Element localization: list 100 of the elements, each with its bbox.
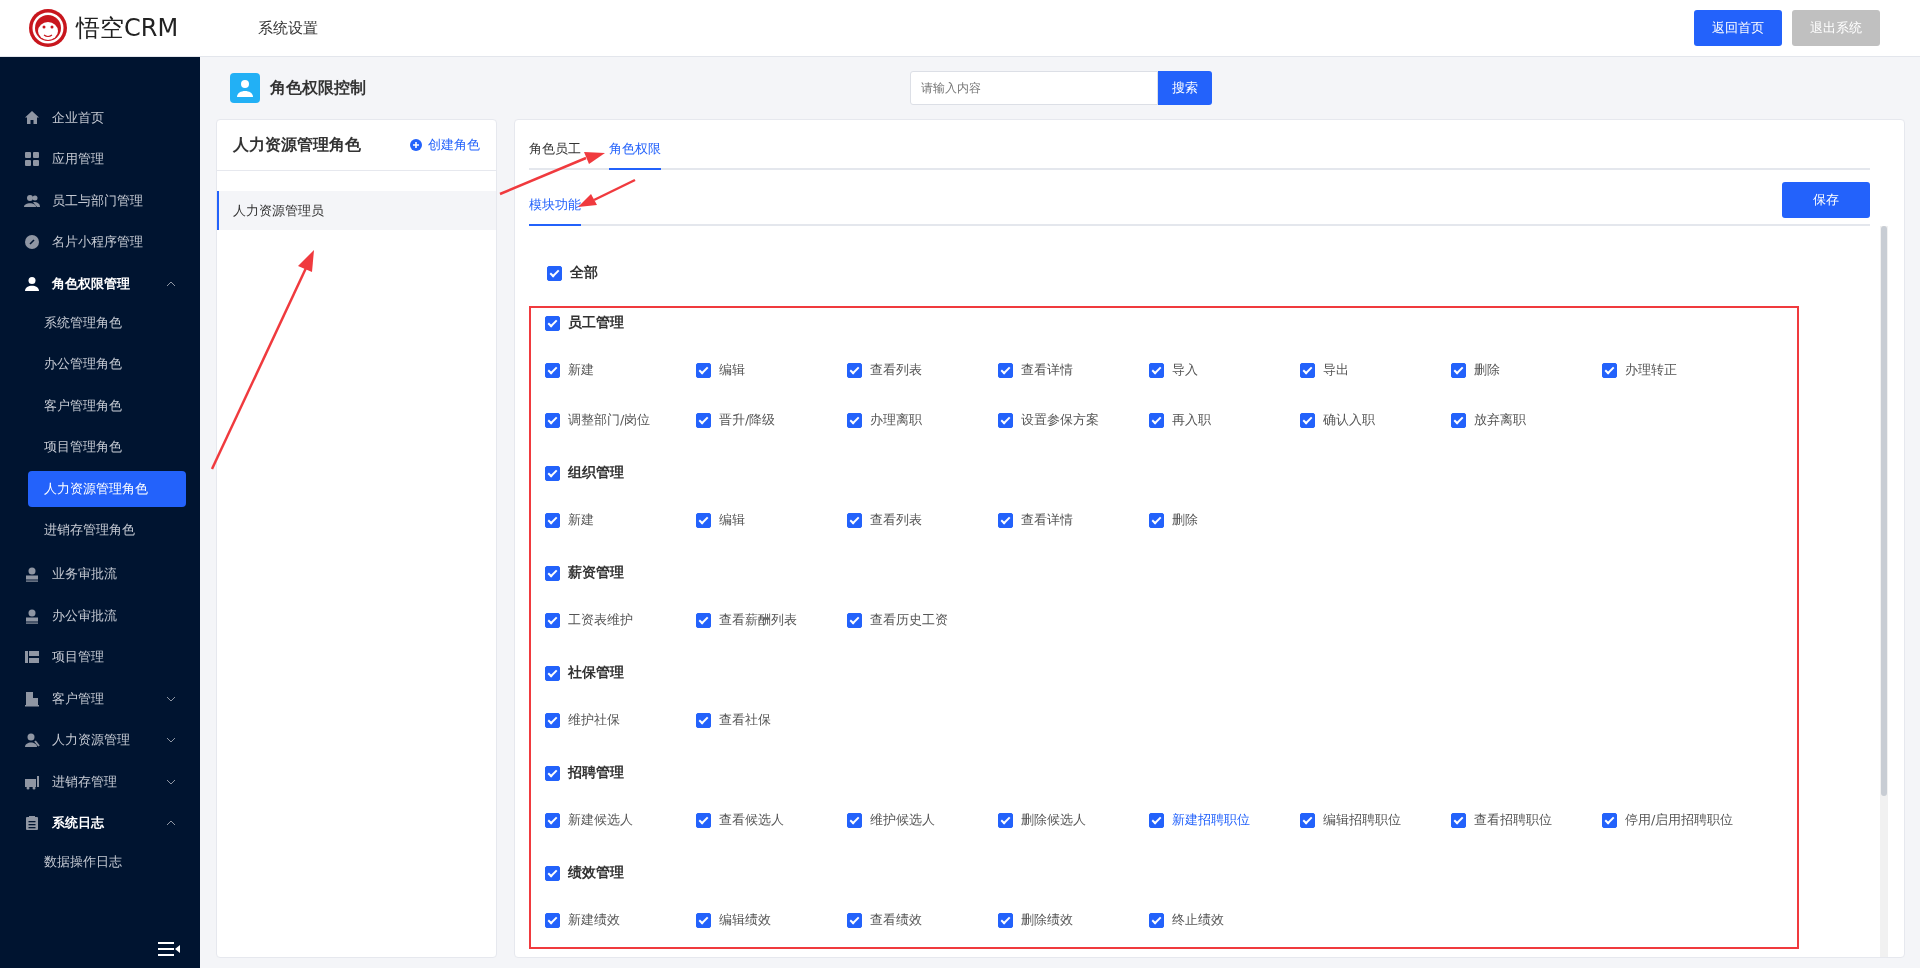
checkbox[interactable] — [545, 865, 560, 881]
checkbox[interactable] — [1451, 362, 1466, 378]
checkbox[interactable] — [998, 362, 1013, 378]
nav-link[interactable]: 系统设置 — [258, 12, 318, 44]
checkbox[interactable] — [545, 315, 560, 331]
checkbox[interactable] — [547, 265, 562, 281]
checkbox[interactable] — [696, 412, 711, 428]
checkbox[interactable] — [545, 612, 560, 628]
checkbox[interactable] — [1300, 812, 1315, 828]
search-button[interactable]: 搜索 — [1158, 71, 1212, 105]
checkbox[interactable] — [847, 362, 862, 378]
checkbox-label: 查看详情 — [1021, 361, 1073, 379]
sidebar-item[interactable]: 项目管理 — [0, 636, 200, 678]
checkbox[interactable] — [1149, 512, 1164, 528]
sidebar-item[interactable]: 名片小程序管理 — [0, 221, 200, 263]
chevron-down-icon — [166, 695, 176, 702]
sidebar-subitem[interactable]: 进销存管理角色 — [28, 512, 186, 548]
checkbox[interactable] — [696, 512, 711, 528]
menu-collapse-icon[interactable] — [158, 942, 180, 956]
menu-icon — [24, 732, 40, 749]
create-role-link[interactable]: 创建角色 — [410, 136, 480, 154]
tab[interactable]: 角色员工 — [529, 140, 581, 170]
checkbox-label: 调整部门/岗位 — [568, 411, 651, 429]
checkbox[interactable] — [696, 712, 711, 728]
menu-icon — [24, 151, 40, 168]
group-label: 员工管理 — [568, 314, 624, 332]
checkbox[interactable] — [847, 412, 862, 428]
sidebar-item[interactable]: 员工与部门管理 — [0, 180, 200, 222]
checkbox[interactable] — [1300, 412, 1315, 428]
checkbox-label: 编辑招聘职位 — [1323, 811, 1401, 829]
sidebar-subitem[interactable]: 系统管理角色 — [28, 304, 186, 341]
menu-icon — [24, 109, 40, 126]
sidebar-subitem[interactable]: 项目管理角色 — [28, 429, 186, 465]
tab[interactable]: 角色权限 — [609, 140, 661, 170]
menu-icon — [24, 690, 40, 707]
scrollbar[interactable] — [1880, 226, 1888, 957]
sidebar-item[interactable]: 进销存管理 — [0, 761, 200, 803]
save-button[interactable]: 保存 — [1782, 182, 1870, 218]
checkbox[interactable] — [696, 612, 711, 628]
checkbox[interactable] — [847, 612, 862, 628]
checkbox[interactable] — [696, 912, 711, 928]
checkbox-label: 编辑绩效 — [719, 911, 771, 929]
checkbox[interactable] — [1602, 362, 1617, 378]
group-label: 招聘管理 — [568, 764, 624, 782]
checkbox-label: 全部 — [570, 264, 598, 282]
checkbox[interactable] — [545, 565, 560, 581]
checkbox[interactable] — [998, 812, 1013, 828]
checkbox[interactable] — [545, 665, 560, 681]
checkbox[interactable] — [1602, 812, 1617, 828]
tab[interactable]: 模块功能 — [529, 196, 581, 226]
chevron-up-icon — [166, 280, 176, 287]
checkbox-label: 放弃离职 — [1474, 411, 1526, 429]
checkbox[interactable] — [1451, 412, 1466, 428]
checkbox[interactable] — [998, 412, 1013, 428]
checkbox-label: 删除 — [1172, 511, 1198, 529]
checkbox[interactable] — [545, 465, 560, 481]
checkbox-label: 删除 — [1474, 361, 1500, 379]
checkbox[interactable] — [1149, 362, 1164, 378]
checkbox-label: 停用/启用招聘职位 — [1625, 811, 1734, 829]
checkbox[interactable] — [545, 912, 560, 928]
checkbox[interactable] — [847, 812, 862, 828]
checkbox[interactable] — [1149, 812, 1164, 828]
home-button[interactable]: 返回首页 — [1694, 10, 1782, 46]
sidebar-item[interactable]: 应用管理 — [0, 138, 200, 180]
sidebar-item[interactable]: 系统日志 — [0, 802, 200, 844]
sidebar-item[interactable]: 人力资源管理 — [0, 719, 200, 761]
checkbox[interactable] — [847, 512, 862, 528]
sidebar-subitem[interactable]: 数据操作日志 — [28, 844, 186, 880]
sidebar-subitem[interactable]: 办公管理角色 — [28, 346, 186, 382]
sidebar-subitem[interactable]: 客户管理角色 — [28, 387, 186, 424]
monkey-logo-icon — [28, 8, 68, 48]
checkbox[interactable] — [545, 412, 560, 428]
checkbox[interactable] — [545, 812, 560, 828]
role-item[interactable]: 人力资源管理员 — [217, 191, 496, 230]
checkbox[interactable] — [545, 765, 560, 781]
menu-icon — [24, 607, 40, 624]
group-label: 社保管理 — [568, 664, 624, 682]
checkbox[interactable] — [1149, 412, 1164, 428]
checkbox-label: 查看详情 — [1021, 511, 1073, 529]
checkbox[interactable] — [1300, 362, 1315, 378]
sidebar-item[interactable]: 业务审批流 — [0, 553, 200, 595]
checkbox[interactable] — [847, 912, 862, 928]
sidebar-item[interactable]: 客户管理 — [0, 678, 200, 720]
checkbox[interactable] — [998, 512, 1013, 528]
checkbox[interactable] — [1149, 912, 1164, 928]
search-field[interactable]: 请输入内容 — [910, 71, 1158, 105]
checkbox[interactable] — [545, 362, 560, 378]
checkbox-label: 设置参保方案 — [1021, 411, 1099, 429]
sidebar-item[interactable]: 角色权限管理 — [0, 263, 200, 305]
sidebar-item[interactable]: 办公审批流 — [0, 595, 200, 637]
group-label: 绩效管理 — [568, 864, 624, 882]
checkbox[interactable] — [696, 362, 711, 378]
checkbox-label: 查看招聘职位 — [1474, 811, 1552, 829]
checkbox[interactable] — [1451, 812, 1466, 828]
sidebar-subitem[interactable]: 人力资源管理角色 — [28, 470, 186, 507]
checkbox[interactable] — [545, 512, 560, 528]
sidebar-item[interactable]: 企业首页 — [0, 97, 200, 139]
checkbox[interactable] — [998, 912, 1013, 928]
checkbox[interactable] — [696, 812, 711, 828]
checkbox[interactable] — [545, 712, 560, 728]
